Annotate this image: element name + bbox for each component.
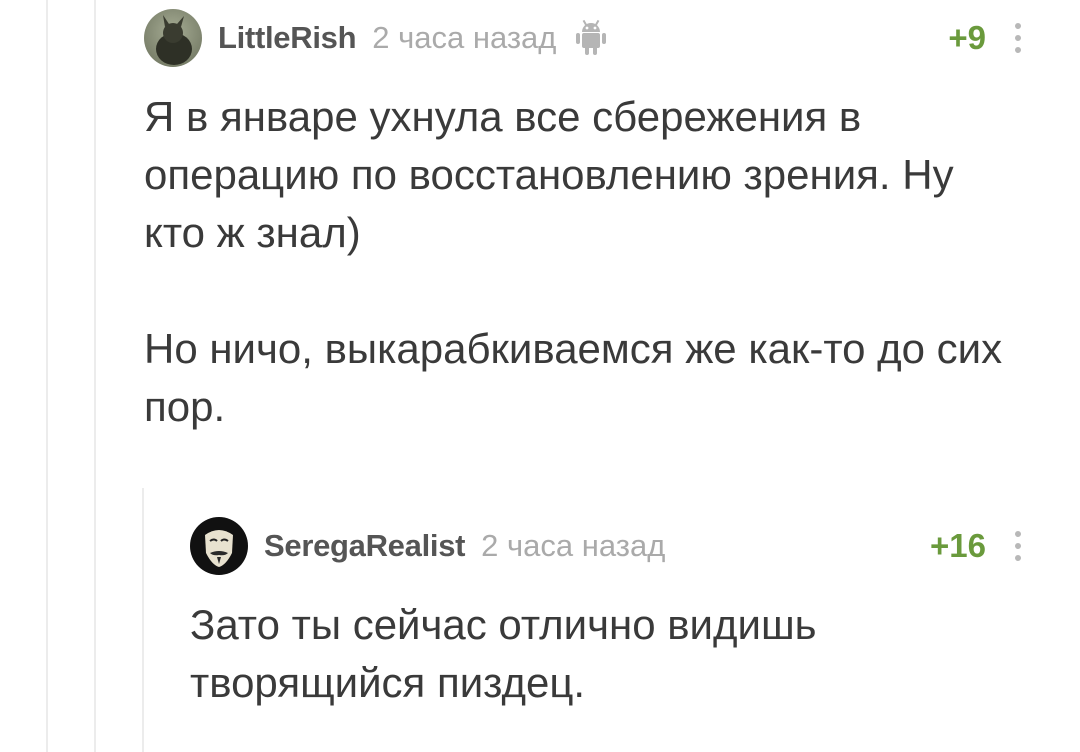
avatar[interactable] [190, 517, 248, 575]
rating-score: +16 [930, 527, 986, 564]
thread-line [94, 0, 96, 752]
android-icon [574, 18, 608, 58]
comment-header: SeregaRealist 2 часа назад +16 [190, 516, 1024, 576]
comment-body: Зато ты сейчас отлично видишь творящийся… [190, 596, 1024, 712]
username[interactable]: LittleRish [218, 20, 357, 56]
comment-header: LittleRish 2 часа назад +9 [144, 8, 1024, 68]
comment-paragraph: Зато ты сейчас отлично видишь творящийся… [190, 601, 817, 706]
username[interactable]: SeregaRealist [264, 528, 465, 564]
thread-line [142, 488, 144, 752]
avatar[interactable] [144, 9, 202, 67]
comment-reply: SeregaRealist 2 часа назад +16 Зато ты с… [190, 516, 1024, 712]
timestamp[interactable]: 2 часа назад [372, 20, 556, 56]
more-options-icon[interactable] [1014, 23, 1022, 53]
comment-paragraph: Я в январе ухнула все сбережения в опера… [144, 93, 954, 256]
comment-paragraph: Но ничо, выкарабкиваемся же как-то до си… [144, 325, 1003, 430]
more-options-icon[interactable] [1014, 531, 1022, 561]
timestamp[interactable]: 2 часа назад [481, 528, 665, 564]
thread-line [46, 0, 48, 752]
rating-score: +9 [948, 19, 986, 56]
comment-body: Я в январе ухнула все сбережения в опера… [144, 88, 1024, 436]
comment: LittleRish 2 часа назад +9 Я в январе ух… [144, 8, 1024, 436]
